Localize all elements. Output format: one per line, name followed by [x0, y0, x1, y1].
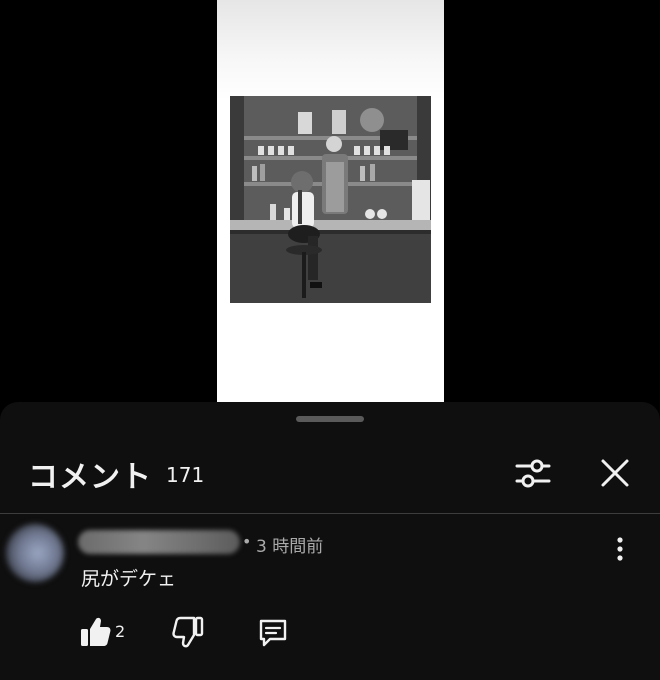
drag-handle[interactable]: [296, 416, 364, 422]
like-count: 2: [115, 622, 126, 641]
sliders-icon: [515, 459, 551, 488]
thumbs-down-icon: [172, 616, 204, 648]
reply-comment-icon: [259, 619, 287, 647]
manga-bar-scene-image: [230, 96, 431, 303]
avatar[interactable]: [6, 524, 64, 582]
screen: コメント 171 • 3 時間前 尻がデケェ 2: [0, 0, 660, 680]
comments-sheet: コメント 171 • 3 時間前 尻がデケェ 2: [0, 402, 660, 680]
meta-separator: •: [242, 532, 252, 551]
reply-button[interactable]: [256, 616, 290, 650]
comments-title: コメント: [28, 460, 152, 495]
close-icon: [601, 459, 629, 487]
close-button[interactable]: [596, 454, 634, 492]
more-vertical-icon: [617, 537, 623, 561]
sort-filter-button[interactable]: [514, 454, 552, 492]
comment-text: 尻がデケェ: [81, 568, 177, 590]
video-player[interactable]: [217, 0, 444, 404]
comments-count: 171: [166, 463, 205, 487]
like-button[interactable]: [78, 614, 112, 650]
comments-header: コメント 171: [0, 446, 660, 502]
comment-item: • 3 時間前 尻がデケェ 2: [0, 514, 660, 680]
blurred-username[interactable]: [78, 530, 240, 554]
dislike-button[interactable]: [172, 614, 206, 650]
thumbs-up-icon: [81, 617, 111, 646]
comment-timestamp: 3 時間前: [256, 537, 324, 557]
comment-more-button[interactable]: [608, 534, 632, 564]
